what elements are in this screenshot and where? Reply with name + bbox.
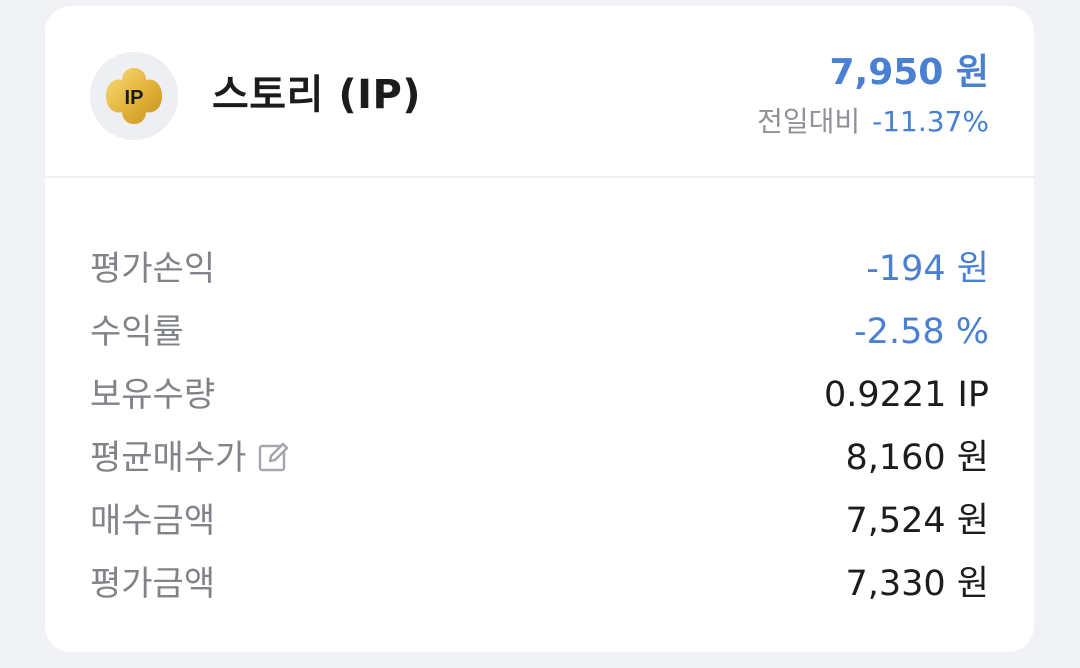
- avg-price-label: 평균매수가: [90, 438, 247, 478]
- svg-text:IP: IP: [125, 87, 144, 109]
- coin-logo: IP: [90, 52, 178, 140]
- row-quantity: 보유수량 0.9221 IP: [45, 364, 1034, 427]
- return-rate-value: -2.58 %: [854, 312, 989, 352]
- row-buy-amount: 매수금액 7,524 원: [45, 490, 1034, 553]
- row-return-rate: 수익률 -2.58 %: [45, 301, 1034, 364]
- daily-change: 전일대비 -11.37%: [757, 102, 989, 146]
- avg-price-label-group[interactable]: 평균매수가: [90, 427, 292, 490]
- coin-header[interactable]: IP 스토리 (IP) 7,950 원 전일대비 -11.37%: [45, 6, 1034, 178]
- current-price: 7,950 원: [829, 52, 989, 93]
- row-eval-profit: 평가손익 -194 원: [45, 238, 1034, 301]
- eval-profit-value: -194 원: [866, 249, 989, 289]
- quantity-label: 보유수량: [90, 375, 216, 415]
- holding-card: IP 스토리 (IP) 7,950 원 전일대비 -11.37% 평가손익 -19…: [45, 6, 1034, 652]
- eval-amount-label: 평가금액: [90, 564, 216, 604]
- coin-name: 스토리 (IP): [212, 72, 422, 118]
- quantity-value: 0.9221 IP: [823, 375, 989, 415]
- eval-profit-label: 평가손익: [90, 249, 216, 289]
- avg-price-value: 8,160 원: [845, 438, 989, 478]
- buy-amount-value: 7,524 원: [845, 501, 989, 541]
- eval-amount-value: 7,330 원: [845, 564, 989, 604]
- holding-details: 평가손익 -194 원 수익률 -2.58 % 보유수량 0.9221 IP 평…: [45, 238, 1034, 616]
- edit-icon[interactable]: [256, 439, 292, 475]
- row-avg-price[interactable]: 평균매수가 8,160 원: [45, 427, 1034, 490]
- row-eval-amount: 평가금액 7,330 원: [45, 553, 1034, 616]
- return-rate-label: 수익률: [90, 312, 184, 352]
- buy-amount-label: 매수금액: [90, 501, 216, 541]
- change-label: 전일대비: [757, 105, 861, 138]
- story-coin-icon: IP: [106, 68, 162, 124]
- change-value: -11.37%: [872, 105, 989, 138]
